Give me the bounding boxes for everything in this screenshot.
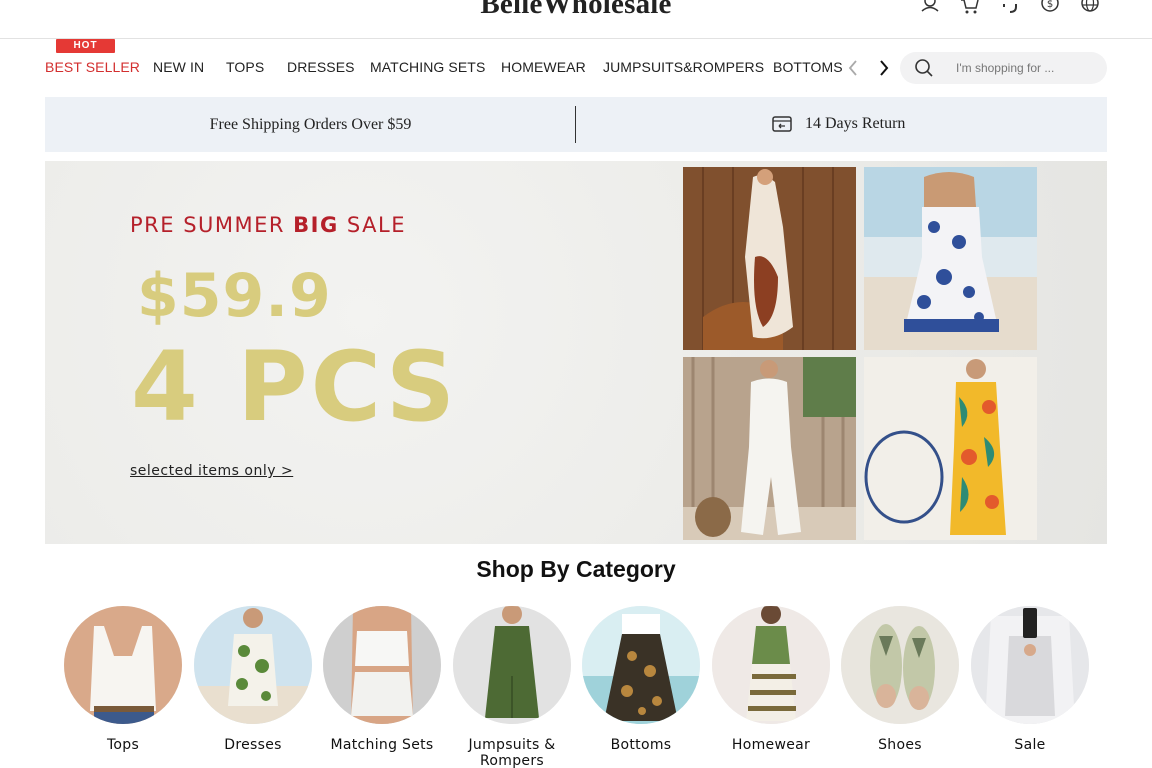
nav-item-tops[interactable]: TOPS [226, 59, 264, 75]
banner-selected-items-link[interactable]: selected items only > [130, 463, 293, 479]
banner-photo-yellow-tropical-dress[interactable] [864, 357, 1037, 540]
banner-price: $59.9 [137, 261, 332, 331]
banner-photo-white-dress[interactable] [683, 357, 856, 540]
category-shoes-label[interactable]: Shoes [831, 737, 969, 753]
search-icon[interactable] [914, 58, 934, 78]
category-matching-sets-label[interactable]: Matching Sets [313, 737, 451, 753]
nav-item-dresses[interactable]: DRESSES [287, 59, 355, 75]
category-homewear-image[interactable] [712, 606, 830, 724]
return-policy: 14 Days Return [771, 114, 905, 134]
header-icons: $ [920, 0, 1100, 16]
nav-item-new-in[interactable]: NEW IN [153, 59, 204, 75]
globe-icon[interactable] [1080, 0, 1100, 16]
banner-pcs: 4 PCS [131, 331, 458, 443]
category-matching-sets-photo [323, 606, 441, 724]
category-bottoms-label[interactable]: Bottoms [572, 737, 710, 753]
category-dresses-image[interactable] [194, 606, 312, 724]
banner-pre-text: PRE SUMMER [130, 213, 294, 237]
category-homewear-photo [712, 606, 830, 724]
banner-photo-cream-dress[interactable] [683, 167, 856, 350]
category-shoes-photo [841, 606, 959, 724]
nav-item-matching-sets[interactable]: MATCHING SETS [370, 59, 485, 75]
search-box[interactable] [900, 52, 1107, 84]
category-dresses-photo [194, 606, 312, 724]
category-tops-image[interactable] [64, 606, 182, 724]
category-sale-label[interactable]: Sale [961, 737, 1099, 753]
banner-photo-blue-floral-dress[interactable] [864, 167, 1037, 350]
category-shoes-image[interactable] [841, 606, 959, 724]
category-sale-photo [971, 606, 1089, 724]
promo-info-bar: Free Shipping Orders Over $59 14 Days Re… [45, 97, 1107, 152]
user-icon[interactable] [920, 0, 940, 16]
banner-headline: PRE SUMMER BIG SALE [130, 213, 406, 237]
shop-by-category-title: Shop By Category [476, 556, 676, 582]
hero-banner[interactable]: PRE SUMMER BIG SALE $59.9 4 PCS selected… [45, 161, 1107, 544]
free-shipping-text: Free Shipping Orders Over $59 [209, 116, 412, 133]
category-matching-sets-image[interactable] [323, 606, 441, 724]
category-sale-image[interactable] [971, 606, 1089, 724]
banner-pre-text-end: SALE [338, 213, 406, 237]
category-jumpsuits-rompers-label[interactable]: Jumpsuits & Rompers [443, 737, 581, 768]
info-divider [575, 106, 576, 143]
nav-item-bottoms[interactable]: BOTTOMS [773, 59, 843, 75]
nav-item-best-seller[interactable]: BEST SELLER [45, 59, 140, 75]
svg-text:$: $ [1047, 0, 1053, 10]
main-nav: HOT BEST SELLER NEW IN TOPS DRESSES MATC… [0, 39, 1152, 97]
nav-item-homewear[interactable]: HOMEWEAR [501, 59, 586, 75]
search-input[interactable] [956, 52, 1096, 84]
headset-icon[interactable] [1000, 0, 1020, 16]
category-tops-label[interactable]: Tops [54, 737, 192, 753]
hot-badge: HOT [56, 39, 115, 53]
category-bottoms-photo [582, 606, 700, 724]
category-bottoms-image[interactable] [582, 606, 700, 724]
nav-item-jumpsuits-rompers[interactable]: JUMPSUITS&ROMPERS [603, 59, 764, 75]
category-jumpsuits-rompers-image[interactable] [453, 606, 571, 724]
return-text: 14 Days Return [805, 115, 906, 132]
nav-next-chevron-icon[interactable] [875, 56, 893, 80]
site-header: BelleWholesale $ [0, 0, 1152, 39]
category-tops-photo [64, 606, 182, 724]
category-homewear-label[interactable]: Homewear [702, 737, 840, 753]
banner-pre-bold: BIG [293, 213, 339, 237]
currency-icon[interactable]: $ [1040, 0, 1060, 16]
return-box-icon [772, 116, 792, 132]
cart-icon[interactable] [960, 0, 980, 16]
category-dresses-label[interactable]: Dresses [184, 737, 322, 753]
category-jumpsuits-rompers-photo [453, 606, 571, 724]
nav-prev-chevron-icon[interactable] [844, 56, 862, 80]
